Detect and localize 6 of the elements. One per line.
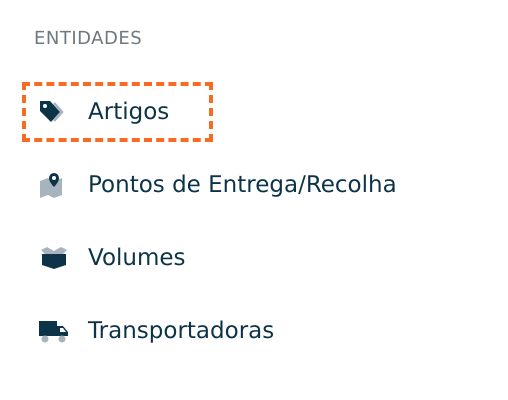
truck-icon bbox=[38, 318, 70, 344]
nav-item[interactable]: Transportadoras bbox=[22, 301, 290, 361]
nav-item[interactable]: Volumes bbox=[22, 228, 202, 288]
section-heading: ENTIDADES bbox=[34, 28, 144, 49]
nav-item[interactable]: Pontos de Entrega/Recolha bbox=[22, 155, 413, 215]
nav-item[interactable]: Artigos bbox=[22, 82, 214, 142]
